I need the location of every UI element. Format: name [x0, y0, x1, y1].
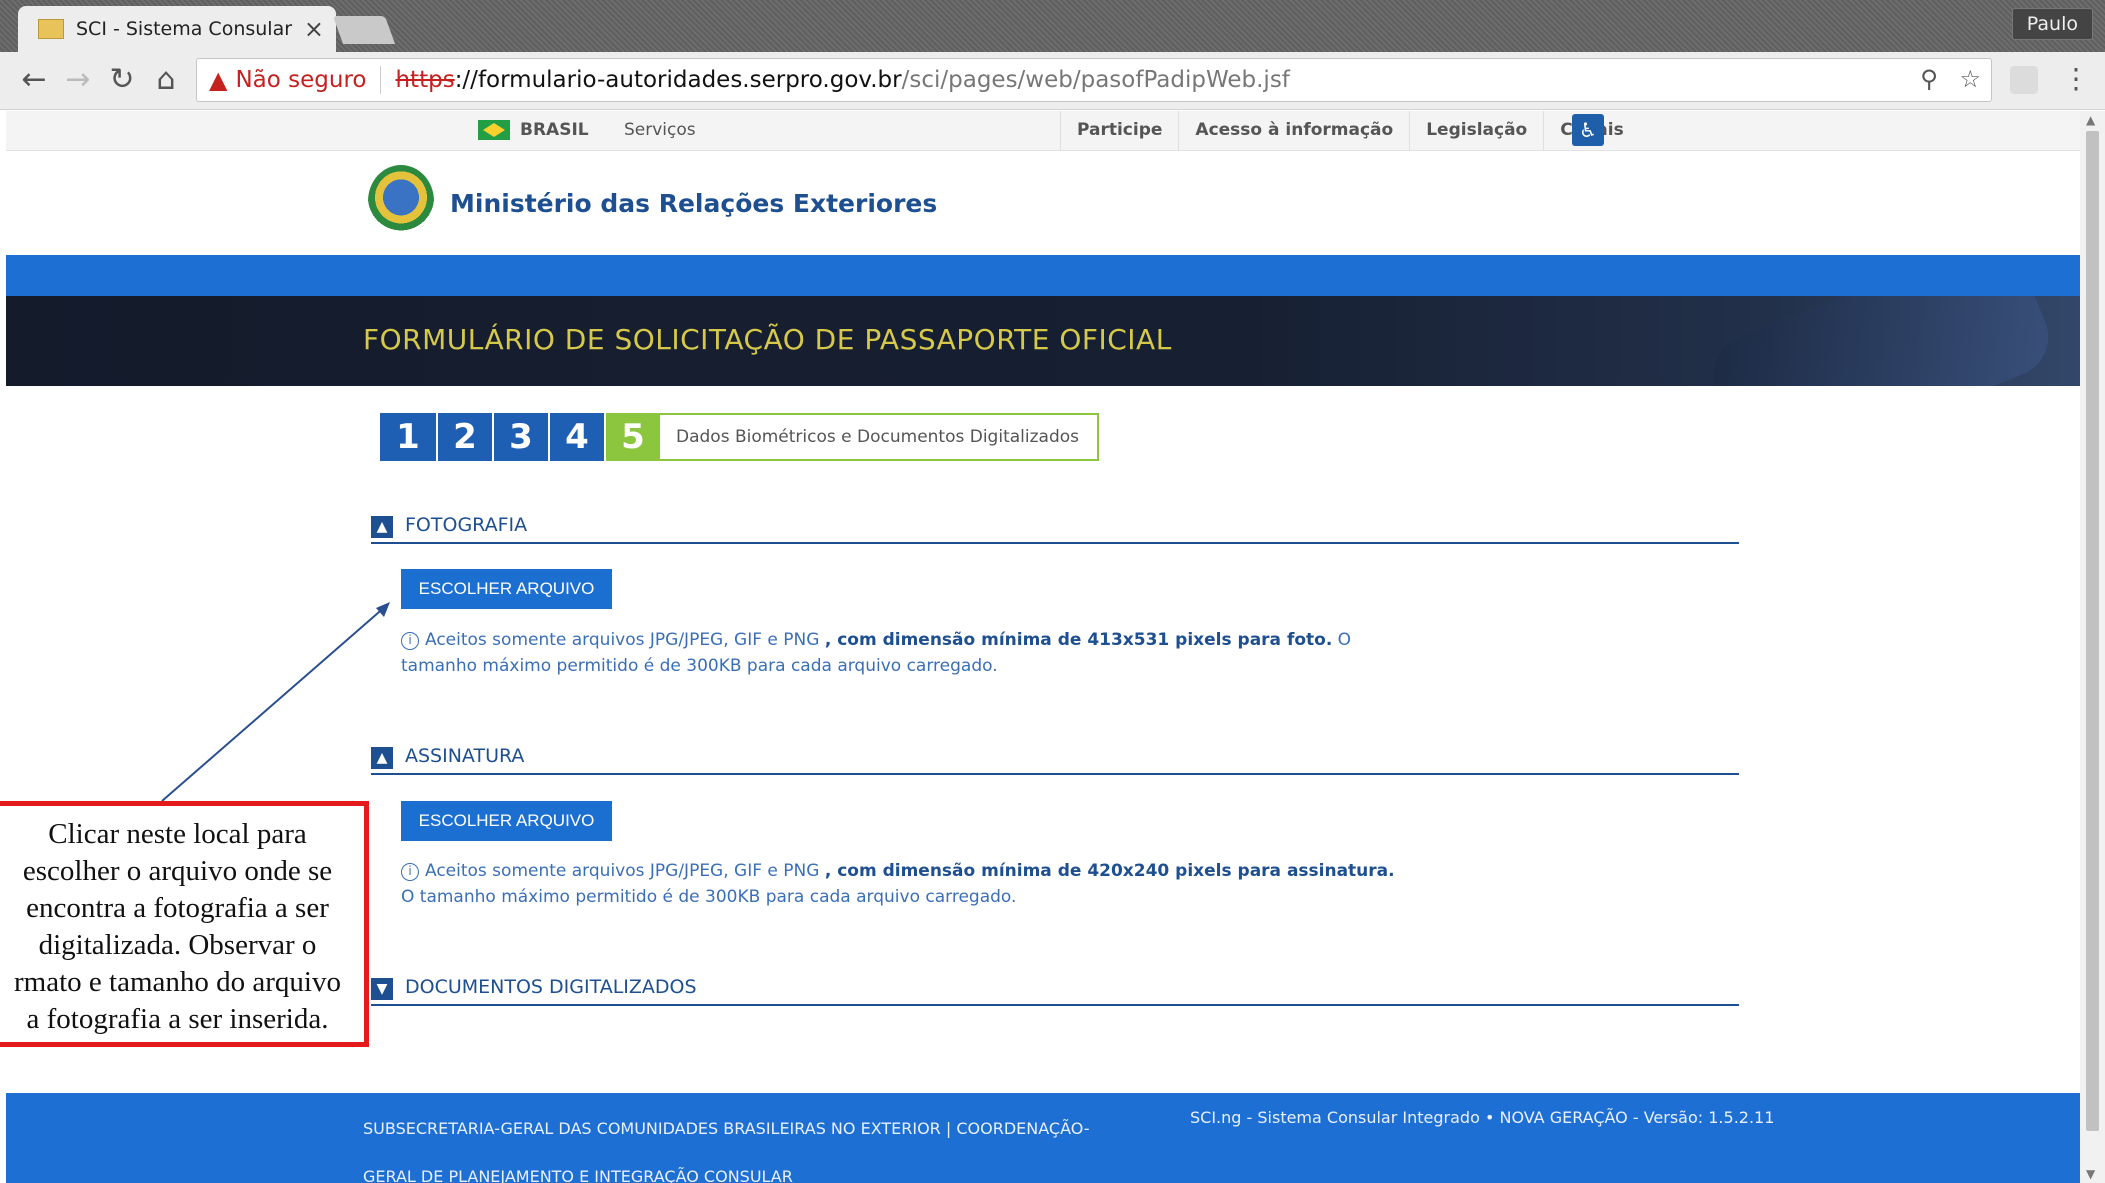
section-documentos[interactable]: ▼ DOCUMENTOS DIGITALIZADOS — [371, 976, 1739, 1006]
photo-info-text: i Aceitos somente arquivos JPG/JPEG, GIF … — [401, 627, 1401, 679]
servicos-link[interactable]: Serviços — [624, 120, 696, 140]
brasil-link[interactable]: BRASIL — [520, 120, 589, 140]
blue-stripe — [6, 255, 2080, 296]
step-5[interactable]: 5 — [604, 413, 660, 461]
url-scheme: https — [395, 67, 455, 93]
section-title: ASSINATURA — [405, 745, 525, 767]
collapse-chevron-icon[interactable]: ▲ — [371, 747, 393, 769]
tab-title: SCI - Sistema Consular Inte — [76, 18, 296, 40]
footer-org-text: SUBSECRETARIA-GERAL DAS COMUNIDADES BRAS… — [363, 1119, 1090, 1183]
participe-link[interactable]: Participe — [1060, 111, 1178, 151]
legislacao-link[interactable]: Legislação — [1409, 111, 1543, 151]
browser-toolbar: ← → ↻ ⌂ ▲ Não seguro https :// formulari… — [0, 52, 2105, 110]
reload-icon[interactable]: ↻ — [102, 60, 142, 100]
gov-links: Participe Acesso à informação Legislação… — [1060, 111, 1640, 151]
step-4[interactable]: 4 — [548, 413, 604, 461]
address-bar[interactable]: ▲ Não seguro https :// formulario-autori… — [196, 58, 1992, 102]
zoom-icon[interactable]: ⚲ — [1920, 65, 1938, 93]
section-title: FOTOGRAFIA — [405, 514, 528, 536]
section-title: DOCUMENTOS DIGITALIZADOS — [405, 976, 697, 998]
back-arrow-icon[interactable]: ← — [14, 60, 54, 100]
info-icon: i — [401, 632, 419, 650]
info-icon: i — [401, 863, 419, 881]
form-banner: FORMULÁRIO DE SOLICITAÇÃO DE PASSAPORTE … — [6, 296, 2080, 386]
favicon-icon — [38, 19, 64, 39]
expand-chevron-icon[interactable]: ▼ — [371, 978, 393, 1000]
brazil-flag-icon — [478, 120, 510, 140]
page-footer: SUBSECRETARIA-GERAL DAS COMUNIDADES BRAS… — [6, 1093, 2080, 1183]
home-icon[interactable]: ⌂ — [146, 60, 186, 100]
page-scrollbar[interactable]: ▲ ▼ — [2080, 111, 2105, 1183]
browser-tab-strip: SCI - Sistema Consular Inte × Paulo — [0, 0, 2105, 52]
scrollbar-thumb[interactable] — [2086, 131, 2099, 1131]
profile-button[interactable]: Paulo — [2011, 8, 2093, 40]
wizard-steps: 1 2 3 4 5 Dados Biométricos e Documentos… — [380, 413, 1099, 461]
browser-tab[interactable]: SCI - Sistema Consular Inte × — [18, 6, 336, 52]
coat-of-arms-logo — [368, 165, 434, 237]
info-text-post: O tamanho máximo permitido é de 300KB pa… — [401, 887, 1017, 907]
acesso-informacao-link[interactable]: Acesso à informação — [1178, 111, 1409, 151]
step-2[interactable]: 2 — [436, 413, 492, 461]
url-host: formulario-autoridades.serpro.gov.br — [477, 67, 902, 93]
site-header: Ministério das Relações Exteriores — [6, 151, 2080, 255]
annotation-callout: Clicar neste local para escolher o arqui… — [0, 801, 369, 1047]
collapse-chevron-icon[interactable]: ▲ — [371, 516, 393, 538]
info-text-bold: , com dimensão mínima de 413x531 pixels … — [824, 630, 1333, 650]
browser-menu-icon[interactable]: ⋮ — [2062, 62, 2090, 95]
info-text-pre: Aceitos somente arquivos JPG/JPEG, GIF e… — [425, 630, 825, 650]
gov-top-bar: BRASIL Serviços Participe Acesso à infor… — [6, 111, 2080, 151]
signature-info-text: i Aceitos somente arquivos JPG/JPEG, GIF … — [401, 858, 1401, 910]
omnibox-divider — [380, 66, 382, 94]
choose-signature-button[interactable]: ESCOLHER ARQUIVO — [401, 801, 612, 841]
url-path: /sci/pages/web/pasofPadipWeb.jsf — [901, 67, 1290, 93]
section-fotografia[interactable]: ▲ FOTOGRAFIA — [371, 514, 1739, 544]
info-text-pre: Aceitos somente arquivos JPG/JPEG, GIF e… — [425, 861, 825, 881]
info-text-bold: , com dimensão mínima de 420x240 pixels … — [824, 861, 1395, 881]
tab-close-icon[interactable]: × — [304, 15, 324, 43]
url-separator: :// — [454, 67, 478, 93]
step-1[interactable]: 1 — [380, 413, 436, 461]
passport-image — [1701, 296, 2061, 386]
scroll-up-icon[interactable]: ▲ — [2086, 113, 2095, 127]
form-title: FORMULÁRIO DE SOLICITAÇÃO DE PASSAPORTE … — [363, 323, 1172, 356]
bookmark-star-icon[interactable]: ☆ — [1959, 65, 1981, 93]
ministry-name: Ministério das Relações Exteriores — [450, 189, 938, 218]
scroll-down-icon[interactable]: ▼ — [2086, 1167, 2095, 1181]
step-3[interactable]: 3 — [492, 413, 548, 461]
new-tab-button[interactable] — [332, 16, 396, 44]
current-step-label: Dados Biométricos e Documentos Digitaliz… — [660, 413, 1099, 461]
warning-icon: ▲ — [209, 66, 228, 94]
accessibility-icon[interactable]: ♿ — [1572, 114, 1604, 146]
security-label: Não seguro — [235, 67, 367, 93]
forward-arrow-icon[interactable]: → — [58, 60, 98, 100]
section-assinatura[interactable]: ▲ ASSINATURA — [371, 745, 1739, 775]
footer-version-text: SCI.ng - Sistema Consular Integrado • NO… — [1190, 1108, 1775, 1127]
choose-photo-button[interactable]: ESCOLHER ARQUIVO — [401, 569, 612, 609]
extension-icon[interactable] — [2010, 66, 2038, 94]
